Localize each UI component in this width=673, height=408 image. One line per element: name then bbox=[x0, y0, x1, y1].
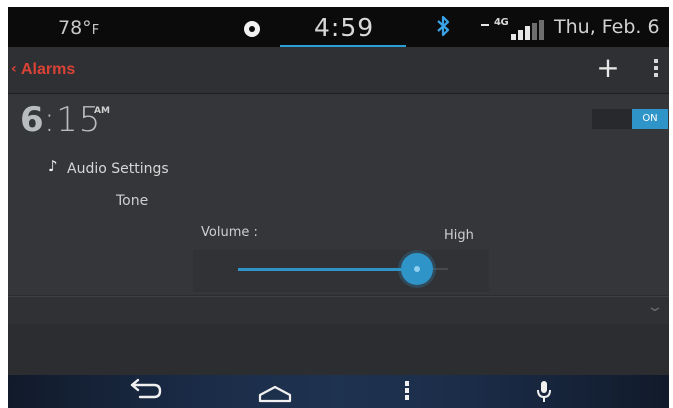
volume-value-label: High bbox=[444, 228, 474, 243]
microphone-icon[interactable] bbox=[537, 380, 551, 404]
disc-icon bbox=[244, 21, 260, 37]
menu-icon[interactable] bbox=[404, 381, 410, 403]
alarm-meridiem: AM bbox=[94, 106, 110, 116]
chevron-down-icon[interactable]: ⌄ bbox=[646, 299, 664, 315]
network-label: 4G bbox=[494, 17, 509, 28]
toggle-on-label: ON bbox=[632, 109, 668, 129]
home-icon[interactable] bbox=[258, 385, 292, 403]
volume-panel bbox=[193, 250, 489, 292]
overflow-menu-icon[interactable] bbox=[646, 59, 666, 81]
back-arrow-icon[interactable] bbox=[128, 376, 164, 408]
volume-label: Volume : bbox=[201, 225, 258, 240]
volume-slider-fill bbox=[238, 268, 417, 271]
back-chevron-icon[interactable]: ‹ bbox=[11, 61, 17, 77]
alarm-card[interactable]: 6:15 AM ON ♪ Audio Settings Tone Volume … bbox=[8, 94, 669, 295]
temperature-readout: 78°F bbox=[58, 17, 100, 39]
status-date: Thu, Feb. 6 bbox=[554, 16, 660, 38]
signal-strength-icon bbox=[511, 20, 545, 40]
add-alarm-button[interactable]: + bbox=[592, 52, 624, 84]
empty-list-area bbox=[8, 324, 669, 375]
volume-slider[interactable] bbox=[238, 253, 448, 285]
alarm-toggle[interactable]: ON bbox=[592, 109, 668, 129]
volume-slider-thumb[interactable] bbox=[400, 253, 433, 285]
status-bar: 78°F 4:59 4G Thu, Feb. 6 bbox=[8, 7, 669, 47]
expand-row[interactable]: ⌄ bbox=[8, 296, 669, 324]
bluetooth-icon bbox=[436, 15, 450, 42]
head-unit-screen: 78°F 4:59 4G Thu, Feb. 6 ‹ Alarms + 6:15… bbox=[8, 7, 669, 408]
alarm-time[interactable]: 6:15 bbox=[20, 100, 101, 140]
music-note-icon: ♪ bbox=[48, 157, 58, 175]
page-title[interactable]: Alarms bbox=[21, 61, 75, 79]
action-bar: ‹ Alarms + bbox=[8, 47, 669, 94]
audio-settings-label[interactable]: Audio Settings bbox=[67, 161, 169, 177]
status-clock: 4:59 bbox=[314, 13, 375, 42]
navigation-bar bbox=[8, 375, 669, 408]
tone-label[interactable]: Tone bbox=[116, 193, 148, 209]
